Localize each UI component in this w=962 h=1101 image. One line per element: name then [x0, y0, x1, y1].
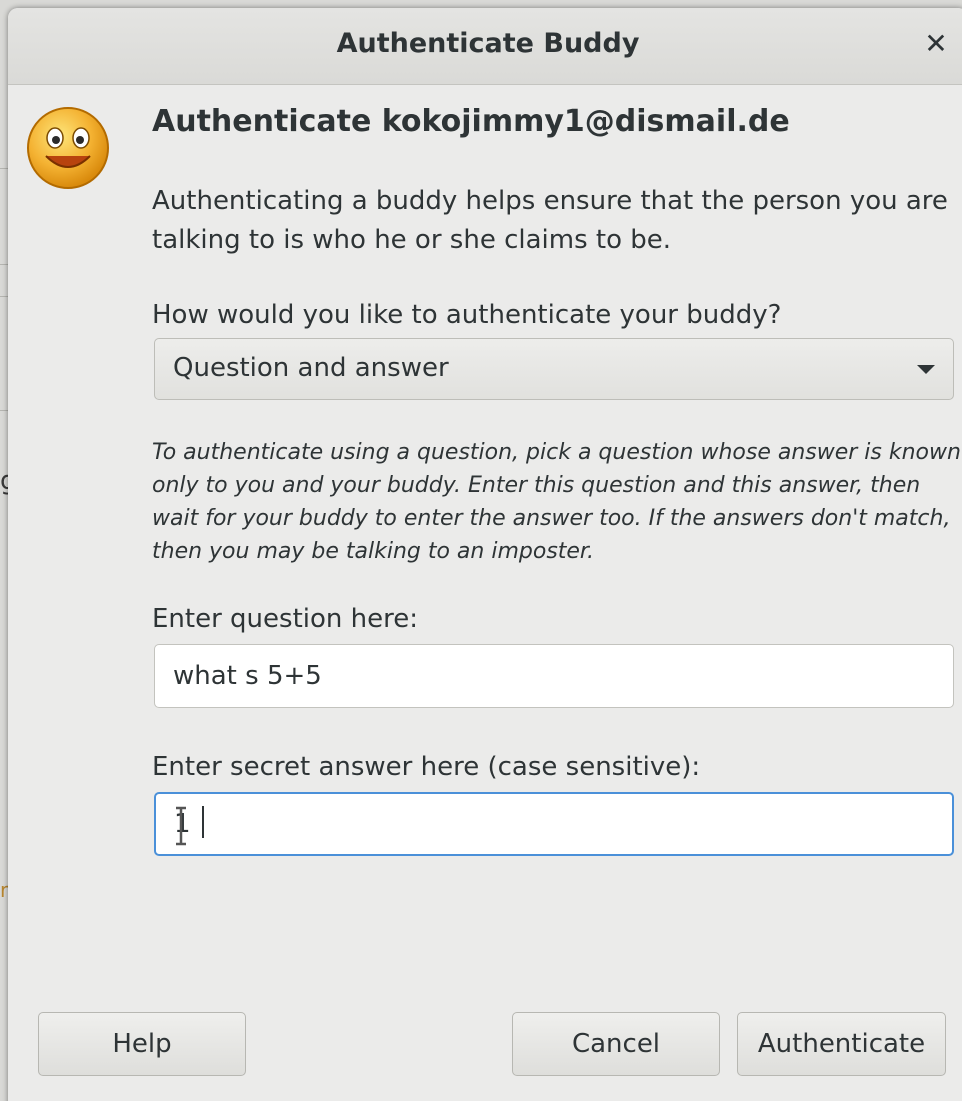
question-label: Enter question here:: [152, 604, 418, 634]
background-text-fragment: r: [0, 878, 9, 902]
instructions-text: To authenticate using a question, pick a…: [152, 440, 961, 564]
authenticate-button[interactable]: Authenticate: [737, 1012, 946, 1076]
smiley-icon: [27, 107, 109, 189]
dialog-title: Authenticate Buddy: [336, 28, 640, 59]
title-bar: Authenticate Buddy ✕: [8, 8, 962, 85]
secret-answer-input[interactable]: [154, 792, 954, 856]
ibeam-cursor-icon: [176, 806, 186, 846]
authenticate-buddy-dialog: Authenticate Buddy ✕ Authenticate kokoji…: [8, 8, 962, 1101]
chevron-down-icon: [917, 365, 935, 374]
close-button[interactable]: ✕: [918, 26, 954, 62]
auth-method-dropdown[interactable]: Question and answer: [154, 338, 954, 400]
answer-label: Enter secret answer here (case sensitive…: [152, 752, 701, 782]
dialog-heading: Authenticate kokojimmy1@dismail.de: [152, 104, 790, 139]
intro-text: Authenticating a buddy helps ensure that…: [152, 186, 948, 255]
help-button[interactable]: Help: [38, 1012, 246, 1076]
cancel-button[interactable]: Cancel: [512, 1012, 720, 1076]
close-icon: ✕: [924, 27, 948, 60]
question-input[interactable]: [154, 644, 954, 708]
method-label: How would you like to authenticate your …: [152, 300, 782, 330]
auth-method-selected: Question and answer: [173, 353, 449, 383]
text-cursor: [202, 806, 204, 838]
